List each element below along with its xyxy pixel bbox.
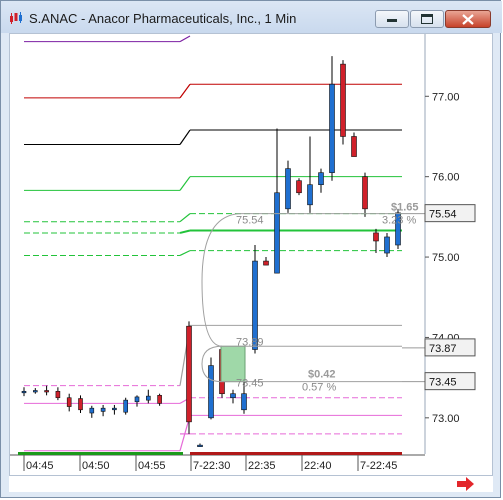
close-button[interactable] [445,10,491,28]
session-bar-regular [190,452,402,455]
price-label: 73.87 [429,343,457,355]
session-candle-body [329,83,335,173]
session-candle-body [186,325,192,423]
level-step [179,176,191,191]
x-tick-label: 7-22:45 [360,460,397,472]
lower-level-label: 73.45 [236,378,264,390]
price-chart[interactable]: 75.54 73.89 73.45 $1.653.23 % $0.420.57 % 77… [10,34,492,475]
x-tick-label: 22:35 [248,460,276,472]
y-tick-label: 76.00 [432,172,460,184]
premarket-candle-body [55,390,61,399]
x-tick-label: 04:55 [138,460,166,472]
session-candle-body [197,444,203,447]
lower-gain-value: $0.42 [308,369,336,381]
level-step [179,129,191,145]
y-tick-label: 77.00 [432,91,460,103]
entry-level-label: 73.89 [236,336,264,348]
session-candle-body [285,168,291,210]
session-candle-body [318,172,324,186]
x-tick-label: 04:50 [82,460,110,472]
maximize-button[interactable] [410,10,444,28]
upper-bracket [201,213,402,347]
session-candle-body [230,393,236,399]
level-step [179,250,191,256]
scroll-bar[interactable] [9,476,493,492]
session-candle-body [296,180,302,194]
session-candle-body [373,232,379,242]
session-candle-body [208,365,214,419]
maximize-icon [421,14,433,24]
chart-window: S.ANAC - Anacor Pharmaceuticals, Inc., 1… [0,0,502,498]
premarket-candle-body [32,390,38,393]
minimize-icon [387,19,397,22]
title-bar[interactable]: S.ANAC - Anacor Pharmaceuticals, Inc., 1… [1,1,502,33]
premarket-candle-body [21,390,27,394]
premarket-candle-body [78,398,83,411]
session-candle-body [384,236,390,254]
upper-level-label: 75.54 [236,215,264,227]
session-candle-body [340,63,346,137]
session-candle-body [307,184,313,206]
red-right-arrow-icon[interactable] [457,477,475,491]
y-tick-label: 73.00 [432,413,460,425]
price-label: 75.54 [429,209,457,221]
close-icon [462,13,474,25]
premarket-candle-body [89,407,95,414]
session-candle-body [351,136,357,157]
lower-gain-pct: 0.57 % [302,382,336,394]
session-candle-body [241,393,247,411]
trade-box [220,345,246,383]
level-step [179,83,191,99]
upper-gain-value: $1.65 [391,202,419,214]
session-candle-body [263,260,269,266]
session-candle-body [274,192,280,274]
premarket-candle-body [157,395,162,404]
upper-gain-pct: 3.23 % [382,215,416,227]
purple-level-line [179,35,191,43]
premarket-candle-body [146,395,151,401]
premarket-candle-body [100,407,106,412]
minimize-button[interactable] [375,10,409,28]
x-tick-label: 7-22:30 [193,460,230,472]
window-title: S.ANAC - Anacor Pharmaceuticals, Inc., 1… [29,11,297,26]
premarket-candle-body [134,396,140,403]
price-label: 73.45 [429,377,457,389]
premarket-candle-body [66,397,72,407]
premarket-candle-body [112,407,117,411]
session-candle-body [362,176,368,210]
x-tick-label: 22:40 [304,460,332,472]
chart-area[interactable]: 75.54 73.89 73.45 $1.65 3.23 % $0.42 0.57 % 77… [9,33,493,476]
x-tick-label: 04:45 [26,460,54,472]
level-step [179,213,191,223]
session-bar-premarket [18,452,183,455]
chart-app-icon [10,12,22,24]
premarket-candle-body [44,390,49,393]
y-tick-label: 75.00 [432,252,460,264]
level-step [179,229,191,234]
premarket-candle-body [123,399,128,413]
